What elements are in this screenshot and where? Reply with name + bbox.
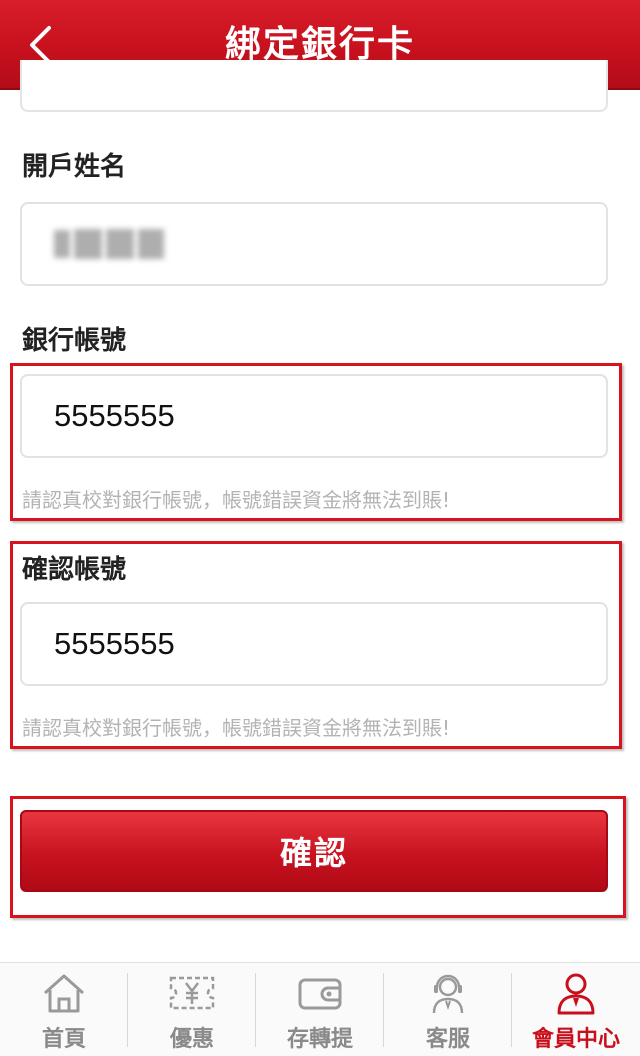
coupon-icon [167,971,217,1015]
account-number-label: 銀行帳號 [22,326,127,356]
tab-label: 優惠 [169,1027,214,1052]
confirm-number-field[interactable]: 5555555 [20,602,608,686]
tab-label: 會員中心 [531,1027,620,1052]
confirm-button[interactable]: 確認 [20,810,608,892]
tab-customer-service[interactable]: 客服 [384,963,512,1056]
bottom-tab-bar: 首頁 優惠 存轉提 客服 會員中心 [0,962,640,1056]
tab-home[interactable]: 首頁 [0,963,128,1056]
tab-label: 首頁 [41,1027,86,1052]
tab-label: 存轉提 [286,1027,353,1052]
support-agent-icon [423,971,473,1015]
home-icon [39,971,89,1015]
previous-input-field[interactable] [20,60,608,112]
confirm-number-label: 確認帳號 [22,555,127,585]
tab-deposit-transfer-withdraw[interactable]: 存轉提 [256,963,384,1056]
member-icon [551,971,601,1015]
confirm-number-hint: 請認真校對銀行帳號，帳號錯誤資金將無法到賬! [22,716,451,740]
account-number-hint: 請認真校對銀行帳號，帳號錯誤資金將無法到賬! [22,488,451,512]
tab-promotions[interactable]: 優惠 [128,963,256,1056]
account-name-field[interactable] [20,202,608,286]
tab-member-center[interactable]: 會員中心 [512,963,640,1056]
wallet-icon [295,971,345,1015]
account-number-field[interactable]: 5555555 [20,374,608,458]
account-name-label: 開戶姓名 [22,152,127,182]
tab-label: 客服 [425,1027,470,1052]
blurred-name [54,229,164,259]
